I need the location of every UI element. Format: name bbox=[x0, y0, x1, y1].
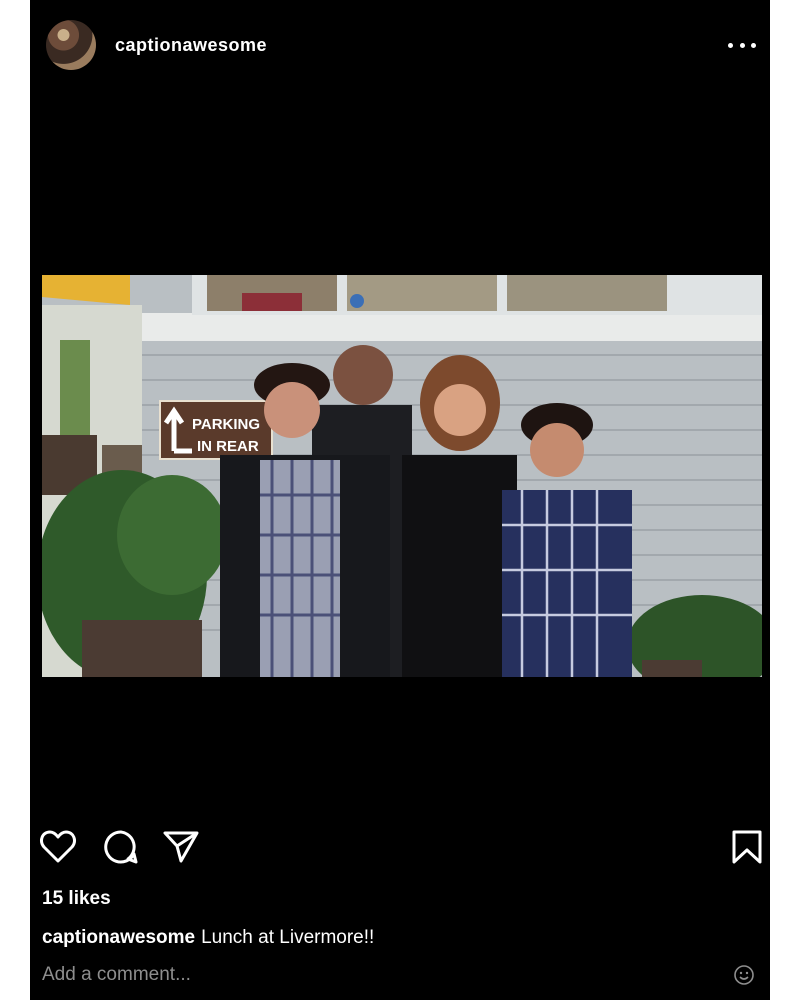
likes-count[interactable]: 15 likes bbox=[42, 888, 111, 910]
paper-plane-icon[interactable] bbox=[162, 828, 200, 866]
sign-text-line1: PARKING bbox=[192, 416, 260, 433]
bookmark-icon[interactable] bbox=[728, 828, 766, 866]
header-username[interactable]: captionawesome bbox=[115, 35, 267, 56]
post-photo[interactable]: PARKING IN REAR bbox=[42, 275, 762, 677]
heart-icon[interactable] bbox=[39, 828, 77, 866]
post-header: captionawesome bbox=[30, 0, 770, 90]
more-horizontal-icon[interactable] bbox=[728, 38, 756, 52]
post-photo-illustration: PARKING IN REAR bbox=[42, 275, 762, 677]
comment-bubble-icon[interactable] bbox=[102, 828, 140, 866]
caption: captionawesome Lunch at Livermore!! bbox=[42, 927, 374, 949]
sign-text-line2: IN REAR bbox=[197, 438, 259, 455]
smiley-icon[interactable] bbox=[732, 963, 756, 987]
avatar[interactable] bbox=[46, 20, 96, 70]
caption-text: Lunch at Livermore!! bbox=[201, 927, 375, 948]
caption-username[interactable]: captionawesome bbox=[42, 927, 195, 948]
comment-input[interactable] bbox=[42, 962, 702, 988]
post-card: captionawesome PARKING IN REAR 15 likes … bbox=[30, 0, 770, 1000]
action-bar bbox=[30, 828, 770, 868]
